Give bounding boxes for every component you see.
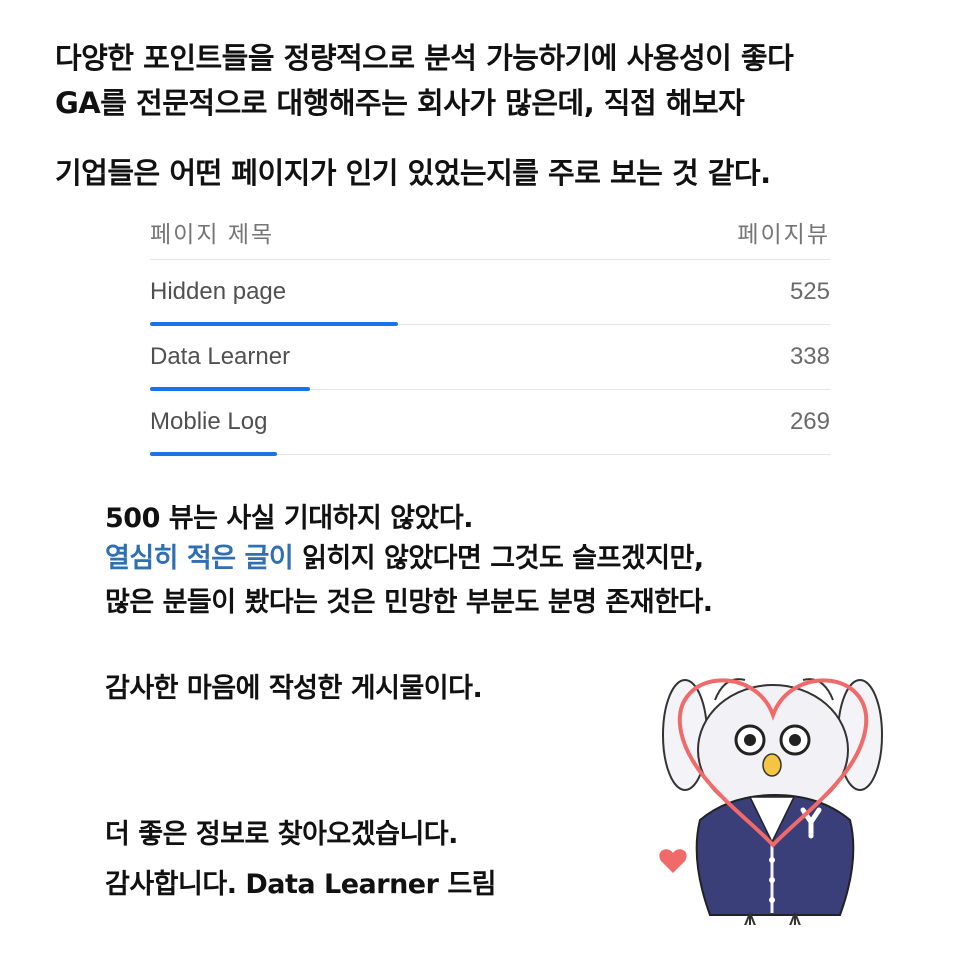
row-page-views: 525 bbox=[789, 278, 830, 305]
header-page-title: 페이지 제목 bbox=[150, 221, 275, 247]
table-row: Moblie Log 269 bbox=[150, 390, 830, 456]
small-heart-icon bbox=[659, 849, 687, 873]
row-page-views: 338 bbox=[789, 343, 830, 370]
message-line-3: 많은 분들이 봤다는 것은 민망한 부분도 분명 존재한다. bbox=[105, 587, 713, 618]
message-line-1: 500 뷰는 사실 기대하지 않았다. bbox=[105, 503, 473, 534]
table-row: Data Learner 338 bbox=[150, 325, 830, 391]
message-line-2: 열심히 적은 글이 읽히지 않았다면 그것도 슬프겠지만, bbox=[105, 542, 704, 576]
intro-line-3: 기업들은 어떤 페이지가 인기 있었는지를 주로 보는 것 같다. bbox=[55, 156, 771, 190]
row-page-name: Hidden page bbox=[150, 278, 287, 305]
page-views-table: 페이지 제목 페이지뷰 Hidden page 525 Data Learner… bbox=[150, 205, 830, 456]
row-bar bbox=[150, 452, 277, 456]
intro-line-2: GA를 전문적으로 대행해주는 회사가 많은데, 직접 해보자 bbox=[55, 86, 745, 120]
table-row: Hidden page 525 bbox=[150, 260, 830, 326]
table-header: 페이지 제목 페이지뷰 bbox=[150, 205, 830, 260]
message-line-2-rest: 읽히지 않았다면 그것도 슬프겠지만, bbox=[293, 543, 704, 574]
intro-line-1: 다양한 포인트들을 정량적으로 분석 가능하기에 사용성이 좋다 bbox=[55, 41, 794, 75]
message-line-6: 감사합니다. Data Learner 드림 bbox=[105, 869, 497, 900]
row-page-views: 269 bbox=[789, 408, 830, 435]
highlight-text: 열심히 적은 글이 bbox=[105, 543, 294, 574]
row-page-name: Data Learner bbox=[150, 343, 291, 370]
message-line-4: 감사한 마음에 작성한 게시물이다. bbox=[105, 673, 483, 704]
message-line-5: 더 좋은 정보로 찾아오겠습니다. bbox=[105, 819, 458, 850]
owl-mascot-illustration bbox=[659, 678, 883, 925]
header-page-views: 페이지뷰 bbox=[737, 221, 830, 247]
row-page-name: Moblie Log bbox=[150, 408, 268, 435]
